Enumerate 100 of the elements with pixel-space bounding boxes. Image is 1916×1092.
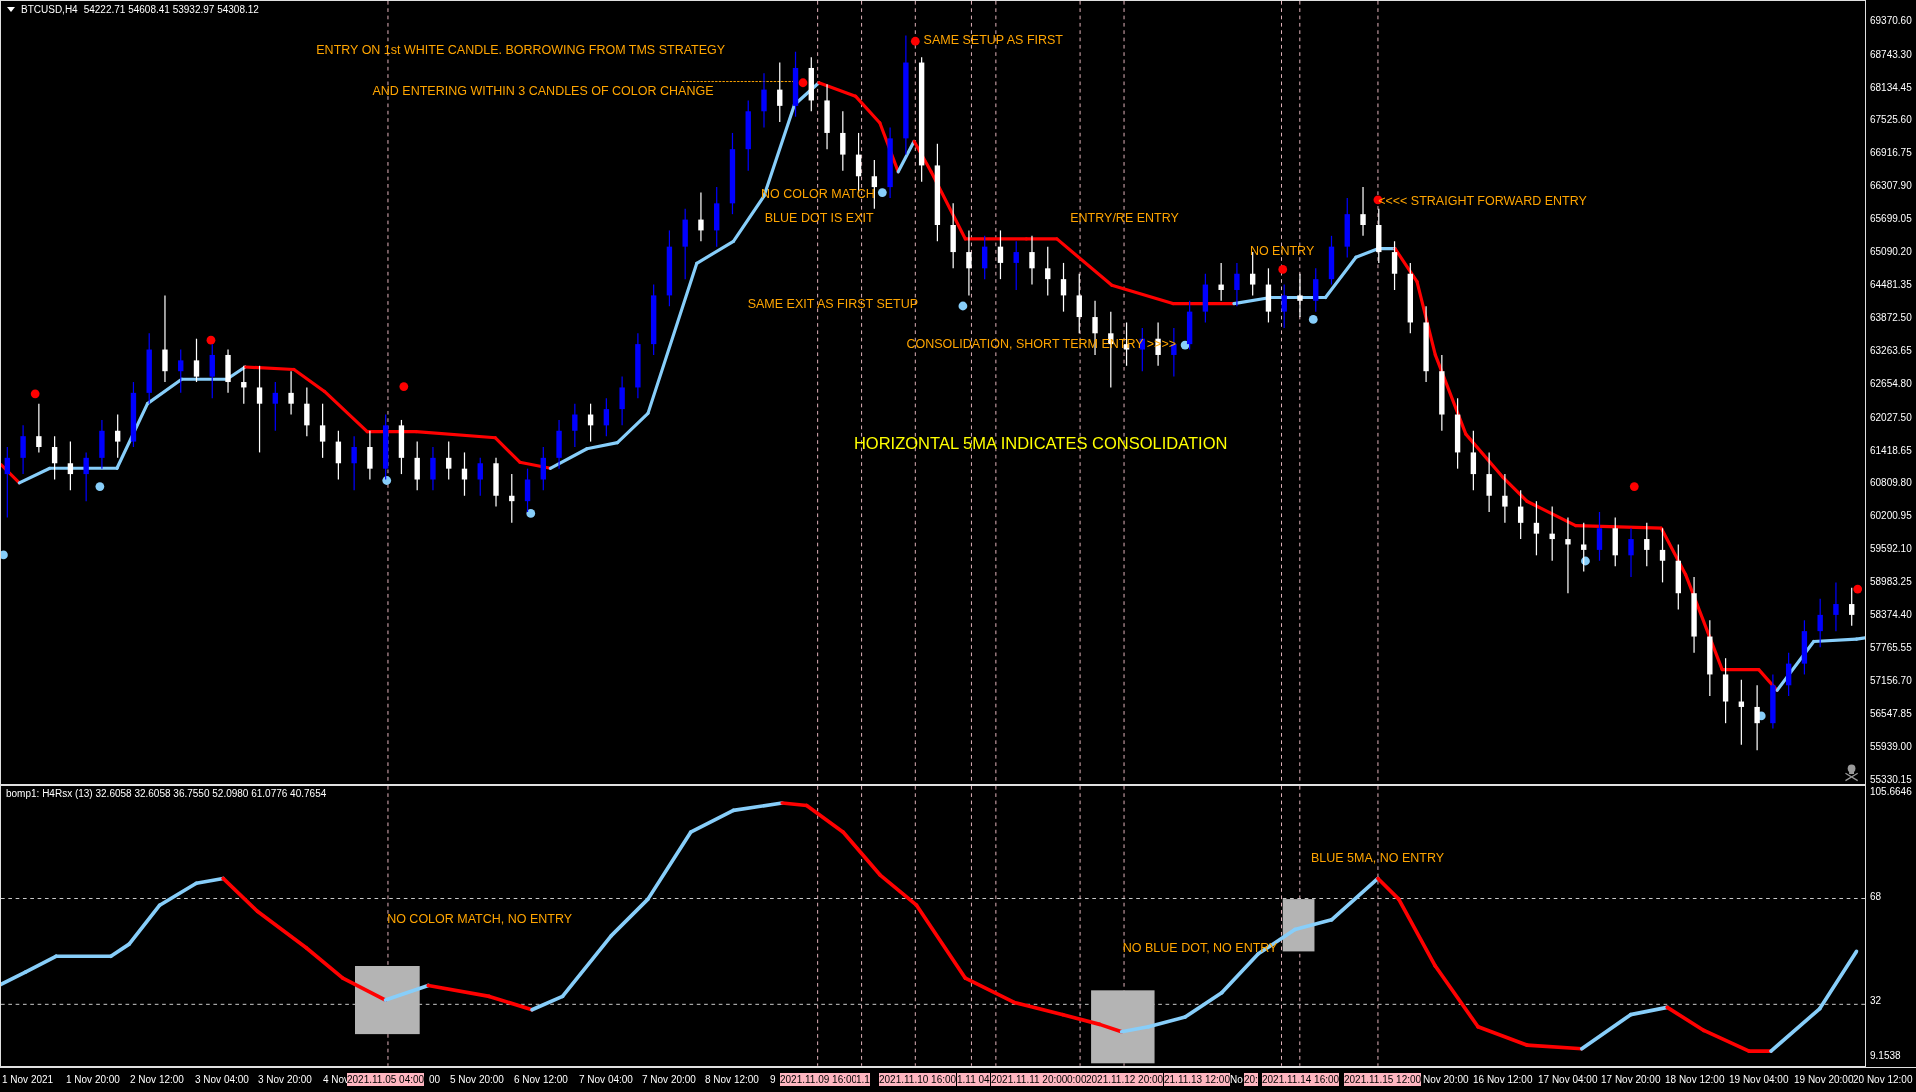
time-label: 7 Nov 20:00 bbox=[642, 1073, 696, 1086]
candlestick bbox=[319, 403, 326, 459]
price-label: 69370.60 bbox=[1870, 14, 1912, 27]
price-label: 62654.80 bbox=[1870, 377, 1912, 390]
candlestick bbox=[840, 110, 846, 172]
candlestick bbox=[446, 440, 452, 481]
candlestick bbox=[1596, 511, 1603, 562]
candlestick bbox=[1833, 581, 1839, 632]
candlestick bbox=[1060, 262, 1067, 313]
candlestick bbox=[272, 381, 279, 432]
candlestick bbox=[1533, 500, 1540, 556]
signal-dot bbox=[526, 509, 536, 518]
price-label: 65090.20 bbox=[1870, 246, 1912, 259]
candlestick bbox=[367, 430, 373, 481]
time-label: 2021.11.05 04:00 bbox=[347, 1073, 425, 1086]
price-label: 68134.45 bbox=[1870, 81, 1912, 94]
time-label: 2021.11.14 16:00 bbox=[1262, 1073, 1340, 1086]
candlestick bbox=[1785, 652, 1792, 697]
price-label: 63872.50 bbox=[1870, 311, 1912, 324]
price-label: 57156.70 bbox=[1870, 674, 1912, 687]
time-label: 2 Nov 12:00 bbox=[130, 1073, 184, 1086]
time-label: 6 Nov 12:00 bbox=[514, 1073, 568, 1086]
candlestick bbox=[540, 446, 546, 491]
price-label: 57765.55 bbox=[1870, 642, 1912, 654]
candlestick bbox=[1297, 273, 1303, 318]
time-label: 17 Nov 04:00 bbox=[1538, 1073, 1598, 1086]
symbol-label: BTCUSD,H4 bbox=[21, 4, 78, 15]
candlestick bbox=[1502, 473, 1508, 524]
signal-dot bbox=[877, 188, 887, 197]
time-label: 2021.11.11 20:00 bbox=[991, 1073, 1068, 1086]
candlestick bbox=[982, 235, 988, 280]
price-label: 59592.10 bbox=[1870, 543, 1912, 556]
candlestick bbox=[36, 403, 42, 454]
candlestick bbox=[351, 435, 357, 491]
time-label: 00 bbox=[429, 1073, 441, 1086]
time-label: 0:00 bbox=[1067, 1073, 1087, 1086]
price-label: 55330.15 bbox=[1870, 773, 1912, 786]
indicator-value-label: 9.1538 bbox=[1870, 1050, 1901, 1063]
time-label: 1 Nov 2021 bbox=[2, 1073, 54, 1086]
chart-annotation: SAME EXIT AS FIRST SETUP bbox=[747, 296, 919, 312]
candlestick bbox=[83, 451, 89, 502]
price-label: 60200.95 bbox=[1870, 510, 1912, 523]
time-label: 19 Nov 04:00 bbox=[1729, 1073, 1789, 1086]
candlestick bbox=[761, 72, 767, 129]
time-label: 2021.11.10 16:00 bbox=[879, 1073, 957, 1086]
candlestick bbox=[414, 440, 420, 491]
candlestick bbox=[1313, 267, 1319, 313]
price-label: 56547.85 bbox=[1870, 707, 1912, 720]
time-label: 21.11.13 12:00 bbox=[1164, 1073, 1230, 1086]
signal-dot bbox=[1278, 265, 1288, 274]
signal-dot bbox=[399, 382, 409, 391]
time-label: No bbox=[1230, 1073, 1243, 1086]
price-label: 58983.25 bbox=[1870, 576, 1912, 589]
price-label: 66307.90 bbox=[1870, 180, 1912, 193]
time-label: 1.1 bbox=[856, 1073, 870, 1086]
price-label: 60809.80 bbox=[1870, 477, 1912, 490]
candlestick bbox=[304, 386, 310, 437]
candlestick bbox=[1817, 598, 1823, 648]
candlestick bbox=[20, 424, 26, 475]
indicator-value-label: 32 bbox=[1870, 995, 1882, 1008]
chart-annotation: NO COLOR MATCH, NO ENTRY bbox=[387, 912, 573, 928]
candlestick bbox=[1517, 489, 1524, 540]
time-label: 20 Nov 12:00 bbox=[1853, 1073, 1913, 1086]
chart-annotation: BLUE 5MA, NO ENTRY bbox=[1310, 851, 1445, 867]
chart-annotation: HORIZONTAL 5MA INDICATES CONSOLIDATION bbox=[853, 433, 1228, 453]
candlestick bbox=[51, 435, 58, 481]
time-label: 3 Nov 04:00 bbox=[195, 1073, 249, 1086]
candlestick bbox=[1281, 283, 1287, 329]
price-label: 64481.35 bbox=[1870, 279, 1912, 292]
candlestick bbox=[1644, 522, 1650, 567]
candlestick bbox=[1013, 240, 1019, 291]
candlestick bbox=[1470, 430, 1477, 491]
signal-dot bbox=[95, 482, 105, 491]
dropdown-triangle-icon[interactable] bbox=[7, 6, 15, 13]
price-label: 66916.75 bbox=[1870, 147, 1912, 160]
candlestick bbox=[178, 348, 184, 394]
price-label: 58374.40 bbox=[1870, 609, 1912, 622]
ohlc-values: 54222.71 54608.41 53932.97 54308.12 bbox=[83, 4, 259, 15]
candlestick bbox=[619, 376, 625, 426]
candlestick bbox=[1218, 262, 1224, 302]
candlestick bbox=[524, 468, 531, 513]
chart-annotation: SAME SETUP AS FIRST bbox=[923, 32, 1063, 48]
candlestick bbox=[1486, 451, 1492, 513]
candlestick bbox=[966, 229, 972, 296]
candlestick bbox=[335, 430, 342, 481]
signal-dot bbox=[1629, 482, 1639, 491]
price-label: 55939.00 bbox=[1870, 740, 1912, 753]
candlestick bbox=[698, 191, 704, 242]
candlestick bbox=[777, 61, 783, 123]
candlestick bbox=[193, 338, 200, 383]
indicator-value-label: 105.6646 bbox=[1870, 786, 1912, 799]
time-label: 2021.11.15 12:00 bbox=[1344, 1073, 1422, 1086]
candlestick bbox=[114, 413, 121, 459]
signal-dot bbox=[1581, 556, 1590, 566]
time-label: 1 Nov 20:00 bbox=[66, 1073, 120, 1086]
signal-dot bbox=[382, 476, 392, 485]
candlestick bbox=[288, 370, 294, 416]
chart-annotation: BLUE DOT IS EXIT bbox=[764, 211, 874, 227]
candlestick bbox=[1045, 246, 1051, 296]
candlestick bbox=[461, 451, 468, 497]
